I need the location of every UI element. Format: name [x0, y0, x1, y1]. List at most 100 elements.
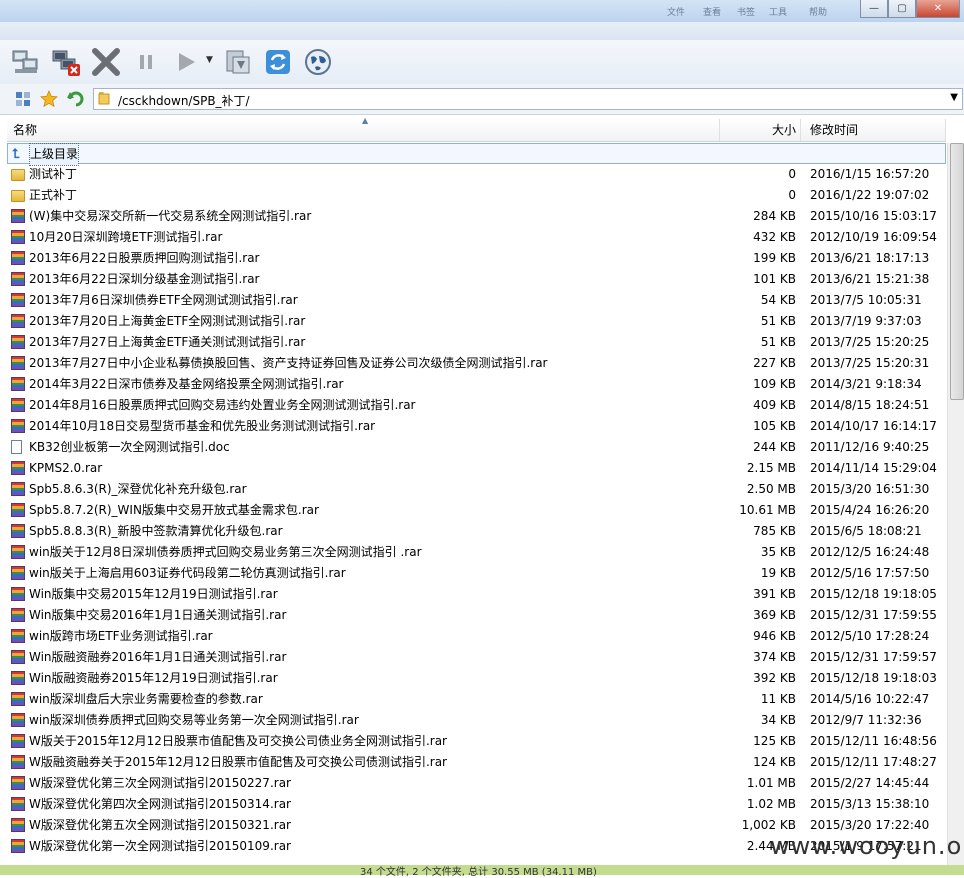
column-name[interactable]: 名称 — [7, 119, 720, 141]
file-size: 2.15 MB — [746, 461, 796, 475]
file-modified-time: 2015/6/5 18:08:21 — [810, 524, 922, 538]
file-name: W版深登优化第四次全网测试指引20150314.rar — [29, 797, 291, 811]
file-size: 369 KB — [753, 608, 796, 622]
file-row[interactable]: KB32创业板第一次全网测试指引.doc 244 KB 2011/12/16 9:4… — [7, 437, 946, 458]
file-modified-time: 2013/7/25 15:20:25 — [810, 335, 930, 349]
file-size: 34 KB — [760, 713, 796, 727]
address-bar: /csckhdown/SPB_补丁/ ▼ — [0, 84, 964, 115]
file-row[interactable]: W版深登优化第三次全网测试指引20150227.rar 1.01 MB 2015/2… — [7, 773, 946, 794]
file-row[interactable]: win版关于上海启用603证券代码段第二轮仿真测试指引.rar 19 KB 2012… — [7, 563, 946, 584]
file-row[interactable]: 2013年6月22日股票质押回购测试指引.rar 199 KB 2013/6/21 … — [7, 248, 946, 269]
rar-archive-icon — [11, 566, 26, 581]
file-row[interactable]: W版融资融券关于2015年12月12日股票市值配售及可交换公司债测试指引.rar… — [7, 752, 946, 773]
scrollbar-thumb[interactable] — [950, 143, 964, 400]
file-modified-time: 2013/7/19 9:37:03 — [810, 314, 922, 328]
file-size: 125 KB — [753, 734, 796, 748]
globe-icon — [305, 49, 331, 75]
file-row[interactable]: win版关于12月8日深圳债券质押式回购交易业务第三次全网测试指引 .rar 35… — [7, 542, 946, 563]
minimize-button[interactable]: — — [860, 0, 888, 18]
parent-directory-row[interactable]: ⮤ 上级目录 — [7, 143, 946, 166]
address-input[interactable]: /csckhdown/SPB_补丁/ ▼ — [93, 88, 963, 110]
disconnect-icon — [52, 50, 80, 76]
globe-button[interactable] — [302, 46, 334, 78]
close-button[interactable]: ✕ — [916, 0, 960, 18]
file-name: 2013年7月6日深圳债券ETF全网测试测试指引.rar — [29, 293, 298, 307]
file-name: 10月20日深圳跨境ETF测试指引.rar — [29, 230, 223, 244]
file-size: 109 KB — [753, 377, 796, 391]
stop-icon — [92, 48, 120, 76]
folder-row[interactable]: 正式补丁 0 2016/1/22 19:07:02 — [7, 185, 946, 206]
rar-archive-icon — [11, 293, 26, 308]
disconnect-button[interactable] — [50, 46, 82, 78]
file-row[interactable]: W版深登优化第四次全网测试指引20150314.rar 1.02 MB 2015/3… — [7, 794, 946, 815]
rar-archive-icon — [11, 230, 26, 245]
file-row[interactable]: Spb5.8.7.2(R)_WIN版集中交易开放式基金需求包.rar 10.61 … — [7, 500, 946, 521]
site-manager-button[interactable] — [14, 90, 32, 108]
menu-item-bookmarks[interactable]: 书签 — [737, 5, 755, 18]
file-name: 上级目录 — [28, 143, 80, 166]
file-modified-time: 2015/12/11 17:48:27 — [810, 755, 937, 769]
stop-button[interactable] — [90, 46, 122, 78]
address-dropdown-icon[interactable]: ▼ — [950, 92, 958, 103]
file-modified-time: 2015/10/16 15:03:17 — [810, 209, 937, 223]
play-dropdown-arrow[interactable]: ▼ — [206, 55, 213, 65]
file-size: 432 KB — [753, 230, 796, 244]
connect-button[interactable] — [10, 46, 42, 78]
file-row[interactable]: (W)集中交易深交所新一代交易系统全网测试指引.rar 284 KB 2015/10… — [7, 206, 946, 227]
maximize-button[interactable]: ▢ — [888, 0, 916, 18]
vertical-scrollbar[interactable] — [947, 143, 964, 865]
rar-archive-icon — [11, 419, 26, 434]
file-row[interactable]: win版深圳债券质押式回购交易等业务第一次全网测试指引.rar 34 KB 2012… — [7, 710, 946, 731]
file-name: Spb5.8.7.2(R)_WIN版集中交易开放式基金需求包.rar — [29, 503, 319, 517]
rar-archive-icon — [11, 755, 26, 770]
refresh-button[interactable] — [262, 46, 294, 78]
file-name: (W)集中交易深交所新一代交易系统全网测试指引.rar — [29, 209, 312, 223]
menu-item-view[interactable]: 查看 — [703, 5, 721, 18]
pause-button[interactable] — [130, 46, 162, 78]
file-row[interactable]: Spb5.8.8.3(R)_新股中签款清算优化升级包.rar 785 KB 2015… — [7, 521, 946, 542]
go-up-button[interactable] — [66, 90, 84, 108]
menu-item-help[interactable]: 帮助 — [809, 5, 827, 18]
rar-archive-icon — [11, 377, 26, 392]
bookmark-button[interactable] — [40, 90, 58, 108]
file-row[interactable]: 10月20日深圳跨境ETF测试指引.rar 432 KB 2012/10/19 16… — [7, 227, 946, 248]
file-row[interactable]: 2014年8月16日股票质押式回购交易违约处置业务全网测试测试指引.rar 409… — [7, 395, 946, 416]
rar-archive-icon — [11, 398, 26, 413]
download-icon — [226, 50, 250, 74]
download-button[interactable] — [222, 46, 254, 78]
file-row[interactable]: Win版集中交易2015年12月19日测试指引.rar 391 KB 2015/12… — [7, 584, 946, 605]
folder-row[interactable]: 测试补丁 0 2016/1/15 16:57:20 — [7, 164, 946, 185]
file-row[interactable]: 2014年10月18日交易型货币基金和优先股业务测试测试指引.rar 105 KB… — [7, 416, 946, 437]
file-row[interactable]: win版跨市场ETF业务测试指引.rar 946 KB 2012/5/10 17:2… — [7, 626, 946, 647]
file-name: win版跨市场ETF业务测试指引.rar — [29, 629, 213, 643]
file-row[interactable]: Win版集中交易2016年1月1日通关测试指引.rar 369 KB 2015/12… — [7, 605, 946, 626]
file-row[interactable]: win版深圳盘后大宗业务需要检查的参数.rar 11 KB 2014/5/16 10… — [7, 689, 946, 710]
file-name: win版关于12月8日深圳债券质押式回购交易业务第三次全网测试指引 .rar — [29, 545, 422, 559]
file-row[interactable]: 2013年7月20日上海黄金ETF全网测试测试指引.rar 51 KB 2013/7… — [7, 311, 946, 332]
file-row[interactable]: 2013年6月22日深圳分级基金测试指引.rar 101 KB 2013/6/21 … — [7, 269, 946, 290]
file-row[interactable]: Win版融资融券2015年12月19日测试指引.rar 392 KB 2015/12… — [7, 668, 946, 689]
file-row[interactable]: 2014年3月22日深市债券及基金网络投票全网测试指引.rar 109 KB 201… — [7, 374, 946, 395]
rar-archive-icon — [11, 503, 26, 518]
file-name: Spb5.8.8.3(R)_新股中签款清算优化升级包.rar — [29, 524, 283, 538]
column-modified[interactable]: 修改时间 — [802, 119, 946, 141]
file-modified-time: 2013/6/21 15:21:38 — [810, 272, 930, 286]
play-button[interactable] — [170, 46, 202, 78]
file-row[interactable]: 2013年7月6日深圳债券ETF全网测试测试指引.rar 54 KB 2013/7/… — [7, 290, 946, 311]
menu-item-file[interactable]: 文件 — [667, 5, 685, 18]
column-size[interactable]: 大小 — [721, 119, 801, 141]
file-row[interactable]: KPMS2.0.rar 2.15 MB 2014/11/14 15:29:04 — [7, 458, 946, 479]
file-modified-time: 2014/10/17 16:14:17 — [810, 419, 937, 433]
file-row[interactable]: W版关于2015年12月12日股票市值配售及可交换公司债业务全网测试指引.rar… — [7, 731, 946, 752]
file-row[interactable]: 2013年7月27日中小企业私募债换股回售、资产支持证券回售及证券公司次级债全网… — [7, 353, 946, 374]
file-modified-time: 2015/3/13 15:38:10 — [810, 797, 930, 811]
file-row[interactable]: Win版融资融券2016年1月1日通关测试指引.rar 374 KB 2015/12… — [7, 647, 946, 668]
rar-archive-icon — [11, 314, 26, 329]
file-row[interactable]: 2013年7月27日上海黄金ETF通关测试测试指引.rar 51 KB 2013/7… — [7, 332, 946, 353]
menu-item-tools[interactable]: 工具 — [769, 5, 787, 18]
file-size: 19 KB — [760, 566, 796, 580]
rar-archive-icon — [11, 692, 26, 707]
rar-archive-icon — [11, 713, 26, 728]
file-size: 946 KB — [753, 629, 796, 643]
file-row[interactable]: Spb5.8.6.3(R)_深登优化补充升级包.rar 2.50 MB 2015/3… — [7, 479, 946, 500]
